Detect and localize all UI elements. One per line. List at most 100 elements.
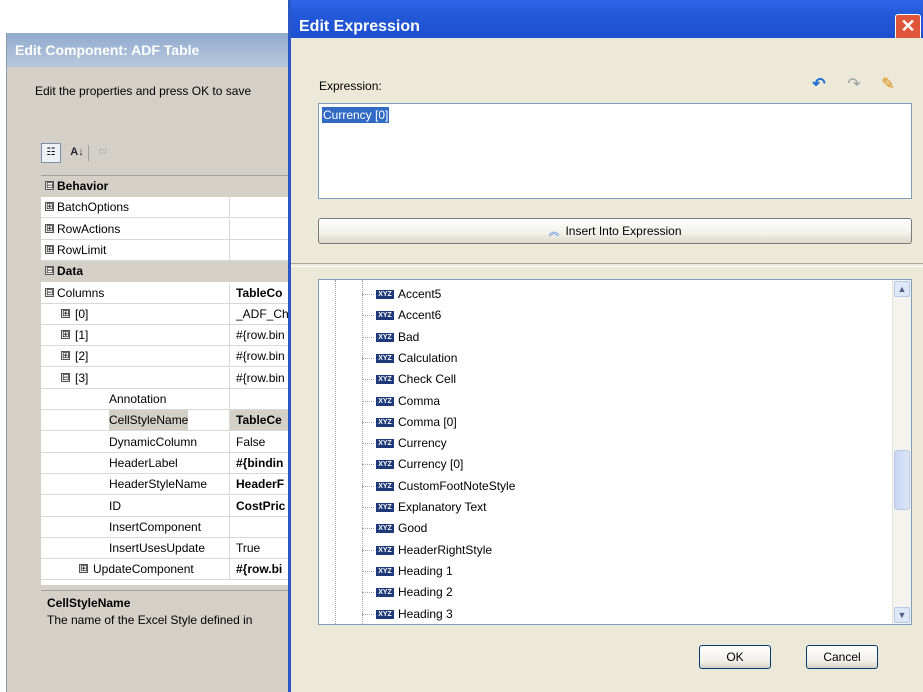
- style-tree[interactable]: XYZ Accent5 XYZ Accent6 XYZ Bad XYZ Calculation…: [318, 279, 912, 625]
- property-row[interactable]: Annotation: [41, 389, 303, 410]
- property-row[interactable]: ⊞ [2] #{row.bin: [41, 346, 303, 368]
- property-name: [0]: [75, 306, 89, 321]
- property-row[interactable]: HeaderStyleName HeaderF: [41, 474, 303, 496]
- description-title: CellStyleName: [47, 596, 131, 610]
- property-name: RowActions: [57, 221, 121, 236]
- tree-item-label: HeaderRightStyle: [398, 542, 493, 557]
- property-row[interactable]: ⊞ RowLimit: [41, 239, 303, 261]
- tree-connector: [362, 570, 374, 572]
- style-icon: XYZ: [376, 460, 394, 470]
- tree-item-label: Calculation: [398, 350, 458, 365]
- insert-button-label: Insert Into Expression: [565, 224, 682, 238]
- style-icon: XYZ: [376, 545, 394, 555]
- tree-item-label: Bad: [398, 329, 420, 344]
- style-icon: XYZ: [376, 588, 394, 598]
- property-name: RowLimit: [57, 242, 107, 257]
- tree-connector: [362, 443, 374, 445]
- property-row[interactable]: ⊟ [3] #{row.bin: [41, 367, 303, 389]
- property-row[interactable]: ⊞ [0] _ADF_Ch: [41, 303, 303, 325]
- toolbar-divider: [88, 145, 89, 161]
- property-row[interactable]: ⊞ [1] #{row.bin: [41, 325, 303, 347]
- property-row[interactable]: ⊞ UpdateComponent #{row.bi: [41, 559, 303, 581]
- double-chevron-up-icon: ︽: [548, 226, 560, 238]
- style-icon: XYZ: [376, 311, 394, 321]
- property-row[interactable]: DynamicColumn False: [41, 431, 303, 453]
- dialog-body: Expression: ↶ ↷ ✎ Currency [0] ︽ Insert I…: [291, 38, 923, 692]
- tree-connector: [362, 379, 374, 381]
- property-row[interactable]: ⊞ RowActions: [41, 218, 303, 240]
- property-row[interactable]: ⊟ Columns TableCo: [41, 282, 303, 304]
- ok-button[interactable]: OK: [699, 645, 771, 669]
- property-pages-icon[interactable]: ▭: [93, 143, 113, 163]
- style-icon: XYZ: [376, 375, 394, 385]
- collapse-icon[interactable]: ⊟: [45, 266, 54, 276]
- redo-icon[interactable]: ↷: [843, 74, 865, 96]
- collapse-icon[interactable]: ⊟: [45, 287, 54, 297]
- property-name: UpdateComponent: [93, 562, 194, 577]
- tree-item-label: Good: [398, 521, 428, 536]
- expand-icon[interactable]: ⊞: [45, 244, 54, 254]
- vertical-scrollbar[interactable]: ▲ ▼: [892, 280, 911, 624]
- tree-guide-line: [335, 280, 336, 624]
- style-icon: XYZ: [376, 353, 394, 363]
- description-text: The name of the Excel Style defined in: [47, 613, 253, 627]
- scroll-up-icon[interactable]: ▲: [894, 281, 910, 297]
- tree-connector: [362, 528, 374, 530]
- style-icon: XYZ: [376, 566, 394, 576]
- expand-icon[interactable]: ⊞: [79, 564, 88, 574]
- expand-icon[interactable]: ⊞: [61, 351, 70, 361]
- cancel-button[interactable]: Cancel: [806, 645, 878, 669]
- tree-item-label: Heading 2: [398, 585, 453, 600]
- property-name: BatchOptions: [57, 200, 130, 215]
- tree-connector: [362, 613, 374, 615]
- property-name: [2]: [75, 349, 89, 364]
- property-row[interactable]: HeaderLabel #{bindin: [41, 452, 303, 474]
- property-name: HeaderStyleName: [109, 477, 208, 492]
- sort-az-icon[interactable]: A↓: [67, 143, 87, 163]
- scrollbar-thumb[interactable]: [894, 450, 910, 510]
- property-row[interactable]: InsertUsesUpdate True: [41, 538, 303, 560]
- collapse-icon[interactable]: ⊟: [61, 372, 70, 382]
- separator: [291, 263, 923, 267]
- tree-item-label: Heading 1: [398, 563, 453, 578]
- edit-expression-dialog: Edit Expression ✕ Expression: ↶ ↷ ✎ Curr…: [288, 0, 923, 692]
- eraser-icon[interactable]: ✎: [877, 74, 899, 96]
- property-name: InsertComponent: [109, 519, 202, 534]
- tree-item-label: Accent5: [398, 287, 442, 301]
- property-name: ID: [109, 498, 121, 513]
- dialog-title: Edit Expression: [299, 18, 420, 35]
- tree-item-label: CustomFootNoteStyle: [398, 478, 516, 493]
- property-name: [1]: [75, 328, 89, 343]
- collapse-icon[interactable]: ⊟: [45, 181, 54, 190]
- edit-component-window: Edit Component: ADF Table Edit the prope…: [6, 33, 307, 692]
- property-row[interactable]: InsertComponent: [41, 516, 303, 538]
- tree-item-label: Currency [0]: [398, 457, 464, 472]
- property-name: Annotation: [109, 392, 167, 406]
- property-category-row[interactable]: ⊟ Behavior: [41, 176, 303, 197]
- tree-connector: [362, 485, 374, 487]
- property-category-row[interactable]: ⊟ Data: [41, 261, 303, 283]
- expression-input[interactable]: Currency [0]: [318, 103, 912, 199]
- style-icon: XYZ: [376, 439, 394, 449]
- tree-connector: [362, 315, 374, 317]
- close-button[interactable]: ✕: [895, 14, 921, 40]
- categorized-icon[interactable]: ☷: [41, 143, 61, 163]
- property-row[interactable]: CellStyleName TableCe: [41, 410, 303, 432]
- style-icon: XYZ: [376, 396, 394, 406]
- expand-icon[interactable]: ⊞: [45, 223, 54, 233]
- tree-connector: [362, 549, 374, 551]
- tree-item-label: Currency: [398, 436, 447, 451]
- scroll-down-icon[interactable]: ▼: [894, 607, 910, 623]
- expand-icon[interactable]: ⊞: [61, 308, 70, 318]
- tree-item-label: Heading 3: [398, 606, 453, 621]
- undo-icon[interactable]: ↶: [808, 74, 830, 96]
- insert-into-expression-button[interactable]: ︽ Insert Into Expression: [318, 218, 912, 244]
- expand-icon[interactable]: ⊞: [61, 330, 70, 340]
- tree-connector: [362, 400, 374, 402]
- tree-connector: [362, 294, 374, 295]
- tree-item-label: Comma: [398, 393, 441, 408]
- instruction-text: Edit the properties and press OK to save: [35, 84, 252, 98]
- expand-icon[interactable]: ⊞: [45, 202, 54, 212]
- property-row[interactable]: ID CostPric: [41, 495, 303, 517]
- property-row[interactable]: ⊞ BatchOptions: [41, 197, 303, 219]
